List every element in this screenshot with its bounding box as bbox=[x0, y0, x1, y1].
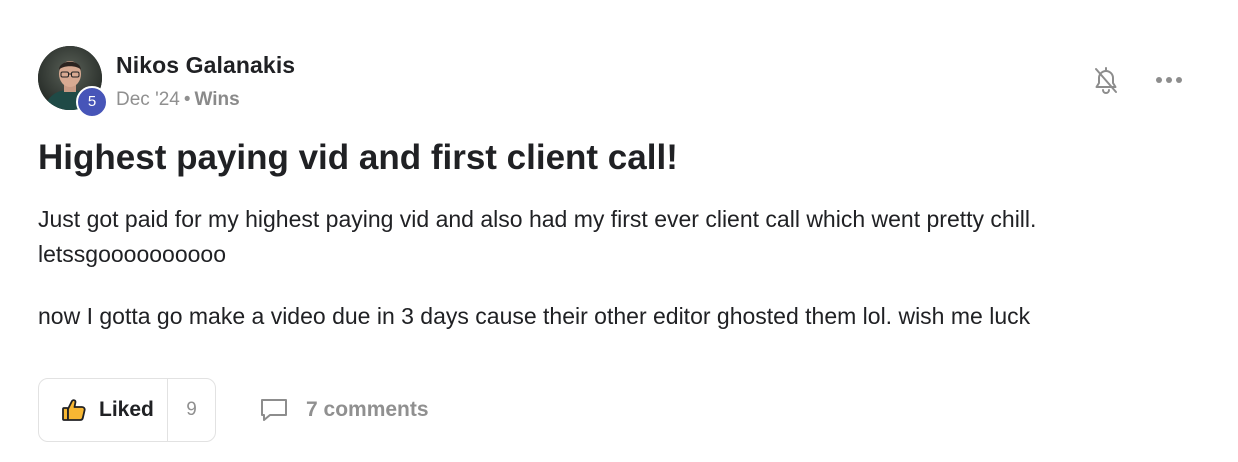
post-body-line: letssgoooooooooo bbox=[38, 241, 226, 267]
comments-link[interactable]: 7 comments bbox=[258, 396, 429, 424]
post-paragraph: Just got paid for my highest paying vid … bbox=[38, 202, 1198, 272]
post-date[interactable]: Dec '24 bbox=[116, 89, 180, 110]
post-body: Just got paid for my highest paying vid … bbox=[38, 202, 1198, 334]
author-name[interactable]: Nikos Galanakis bbox=[116, 52, 295, 79]
like-count[interactable]: 9 bbox=[168, 379, 215, 441]
post-card: 5 Nikos Galanakis Dec '24 • Wins Highest p… bbox=[0, 0, 1238, 462]
level-badge: 5 bbox=[76, 86, 108, 118]
comments-label: 7 comments bbox=[306, 398, 429, 421]
author-avatar-container[interactable]: 5 bbox=[38, 46, 108, 118]
post-title[interactable]: Highest paying vid and first client call… bbox=[38, 138, 678, 178]
like-button[interactable]: Liked bbox=[39, 379, 168, 441]
like-label: Liked bbox=[99, 398, 154, 421]
meta-separator: • bbox=[183, 89, 191, 110]
thumbs-up-icon bbox=[61, 397, 87, 423]
comment-icon bbox=[258, 396, 290, 424]
more-horizontal-icon[interactable] bbox=[1152, 66, 1186, 94]
bell-off-icon[interactable] bbox=[1090, 64, 1122, 96]
post-paragraph: now I gotta go make a video due in 3 day… bbox=[38, 303, 1031, 329]
post-category[interactable]: Wins bbox=[194, 89, 239, 110]
post-body-line: Just got paid for my highest paying vid … bbox=[38, 206, 1037, 232]
like-control: Liked 9 bbox=[38, 378, 216, 442]
post-meta: Dec '24 • Wins bbox=[116, 89, 240, 111]
